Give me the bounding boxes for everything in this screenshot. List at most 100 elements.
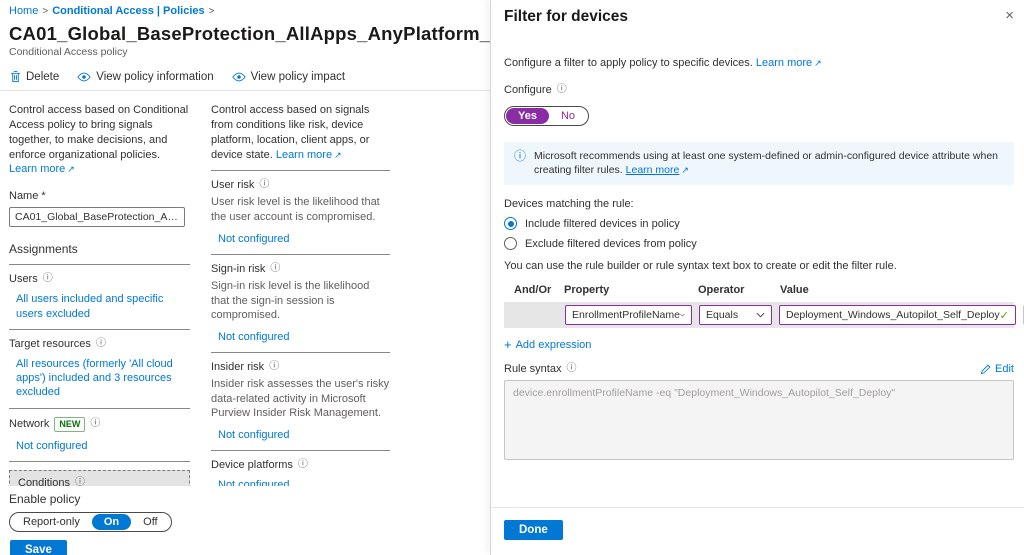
screen: { "breadcrumb": {"home": "Home", "sectio… [0, 0, 1024, 555]
user-risk-value-link[interactable]: Not configured [218, 232, 390, 246]
divider [9, 461, 190, 462]
network-label: Network [9, 418, 50, 431]
policy-name-input[interactable] [9, 207, 185, 228]
radio-selected-icon [504, 217, 517, 231]
panel-intro: Configure a filter to apply policy to sp… [504, 57, 1014, 69]
chevron-down-icon [680, 314, 685, 317]
chevron-down-icon [756, 313, 765, 318]
exclude-filtered-devices-radio[interactable]: Exclude filtered devices from policy [504, 237, 1014, 251]
network-value-link[interactable]: Not configured [16, 439, 190, 453]
info-icon: ⓘ [566, 363, 577, 375]
user-risk-label: User risk [211, 179, 255, 192]
new-badge: NEW [54, 416, 86, 432]
rule-syntax-textarea[interactable]: device.enrollmentProfileName -eq "Deploy… [504, 380, 1014, 461]
breadcrumb-home-link[interactable]: Home [9, 5, 38, 17]
policy-intro-text: Control access based on Conditional Acce… [9, 104, 189, 161]
user-risk-label-row: User risk ⓘ [211, 179, 390, 191]
toggle-report-only[interactable]: Report-only [11, 514, 92, 530]
value-column-header: Value [780, 284, 809, 297]
insider-risk-label-row: Insider risk ⓘ [211, 361, 390, 373]
users-value-link[interactable]: All users included and specific users ex… [16, 292, 190, 321]
toggle-on[interactable]: On [91, 514, 132, 530]
info-icon: ⓘ [270, 262, 281, 274]
target-resources-label: Target resources [9, 337, 91, 350]
info-banner: ⓘ Microsoft recommends using at least on… [504, 142, 1014, 186]
external-link-icon: ↗ [334, 149, 342, 160]
divider [211, 450, 390, 452]
external-link-icon: ↗ [67, 164, 75, 175]
device-platforms-label-row: Device platforms ⓘ [211, 459, 390, 471]
assignments-heading: Assignments [9, 242, 78, 257]
title-row: CA01_Global_BaseProtection_AllApps_AnyPl… [0, 19, 490, 45]
learn-more-link[interactable]: Learn more [756, 57, 812, 69]
enable-policy-label: Enable policy [9, 492, 81, 506]
learn-more-link[interactable]: Learn more [9, 163, 65, 175]
pencil-icon [980, 364, 991, 375]
add-expression-label: Add expression [515, 338, 592, 351]
breadcrumb-policies-link[interactable]: Conditional Access | Policies [52, 5, 204, 17]
toggle-off[interactable]: Off [131, 514, 169, 530]
insider-risk-value-link[interactable]: Not configured [218, 428, 390, 442]
delete-button[interactable]: Delete [10, 70, 59, 83]
external-link-icon: ↗ [681, 164, 689, 175]
rule-syntax-label: Rule syntax [504, 363, 562, 376]
sign-in-risk-value-link[interactable]: Not configured [218, 330, 390, 344]
sign-in-risk-label-row: Sign-in risk ⓘ [211, 263, 390, 275]
rule-builder-hint: You can use the rule builder or rule syn… [504, 260, 897, 273]
info-icon: ⓘ [42, 273, 53, 285]
save-button[interactable]: Save [10, 540, 67, 555]
view-policy-information-button[interactable]: View policy information [77, 71, 214, 83]
info-icon: ⓘ [556, 84, 567, 95]
valid-check-icon: ✓ [999, 309, 1009, 322]
radio-unselected-icon [504, 237, 517, 251]
info-icon: ⓘ [269, 361, 280, 373]
configure-label-row: Configure ⓘ [504, 84, 1014, 96]
rule-syntax-label-row: Rule syntax ⓘ [504, 363, 576, 375]
configure-toggle-row: Yes No [504, 100, 1014, 126]
page-title: CA01_Global_BaseProtection_AllApps_AnyPl… [9, 23, 490, 44]
close-icon[interactable]: × [1005, 8, 1014, 23]
operator-dropdown-value: Equals [706, 309, 739, 322]
include-filtered-devices-radio[interactable]: Include filtered devices in policy [504, 217, 1014, 231]
toggle-no[interactable]: No [549, 108, 587, 124]
policy-intro: Control access based on Conditional Acce… [9, 103, 190, 177]
learn-more-link[interactable]: Learn more [276, 149, 332, 161]
divider [9, 407, 190, 409]
value-input[interactable]: Deployment_Windows_Autopilot_Self_Deploy… [779, 305, 1016, 326]
delete-label: Delete [26, 70, 60, 83]
breadcrumb: Home > Conditional Access | Policies > [0, 0, 490, 19]
rule-builder-row: EnrollmentProfileName Equals Deployment_… [504, 302, 1024, 329]
panel-body: Configure a filter to apply policy to sp… [491, 57, 1024, 461]
banner-text: Microsoft recommends using at least one … [534, 150, 1004, 177]
view-policy-impact-label: View policy impact [250, 70, 346, 83]
banner-message: Microsoft recommends using at least one … [534, 150, 998, 176]
filter-for-devices-panel: Filter for devices × Configure a filter … [490, 0, 1024, 555]
edit-rule-syntax-button[interactable]: Edit [980, 363, 1014, 375]
done-button[interactable]: Done [504, 520, 563, 540]
user-risk-description: User risk level is the likelihood that t… [211, 196, 380, 223]
info-icon: ⓘ [90, 418, 101, 430]
insider-risk-label: Insider risk [211, 361, 265, 374]
info-icon: ⓘ [514, 149, 527, 163]
toggle-yes[interactable]: Yes [506, 108, 549, 124]
info-icon: ⓘ [95, 337, 106, 349]
breadcrumb-separator: > [42, 6, 49, 17]
eye-icon [77, 72, 91, 81]
panel-footer: Done [491, 507, 1024, 555]
value-input-text: Deployment_Windows_Autopilot_Self_Deploy [786, 309, 1000, 322]
save-row: Save [10, 540, 490, 555]
operator-column-header: Operator [698, 284, 745, 297]
view-policy-impact-button[interactable]: View policy impact [231, 70, 346, 83]
insider-risk-description: Insider risk assesses the user's risky d… [211, 378, 390, 420]
divider [211, 253, 390, 255]
toolbar: Delete View policy information View poli… [0, 64, 490, 91]
banner-learn-more-link[interactable]: Learn more [626, 164, 680, 176]
target-resources-value-link[interactable]: All resources (formerly 'All cloud apps'… [16, 357, 190, 400]
divider [211, 352, 390, 354]
add-expression-button[interactable]: + Add expression [504, 338, 1014, 351]
divider [211, 170, 390, 172]
property-dropdown[interactable]: EnrollmentProfileName [565, 305, 692, 326]
operator-dropdown[interactable]: Equals [699, 305, 772, 326]
divider [9, 328, 190, 330]
andor-column-header: And/Or [514, 284, 552, 297]
